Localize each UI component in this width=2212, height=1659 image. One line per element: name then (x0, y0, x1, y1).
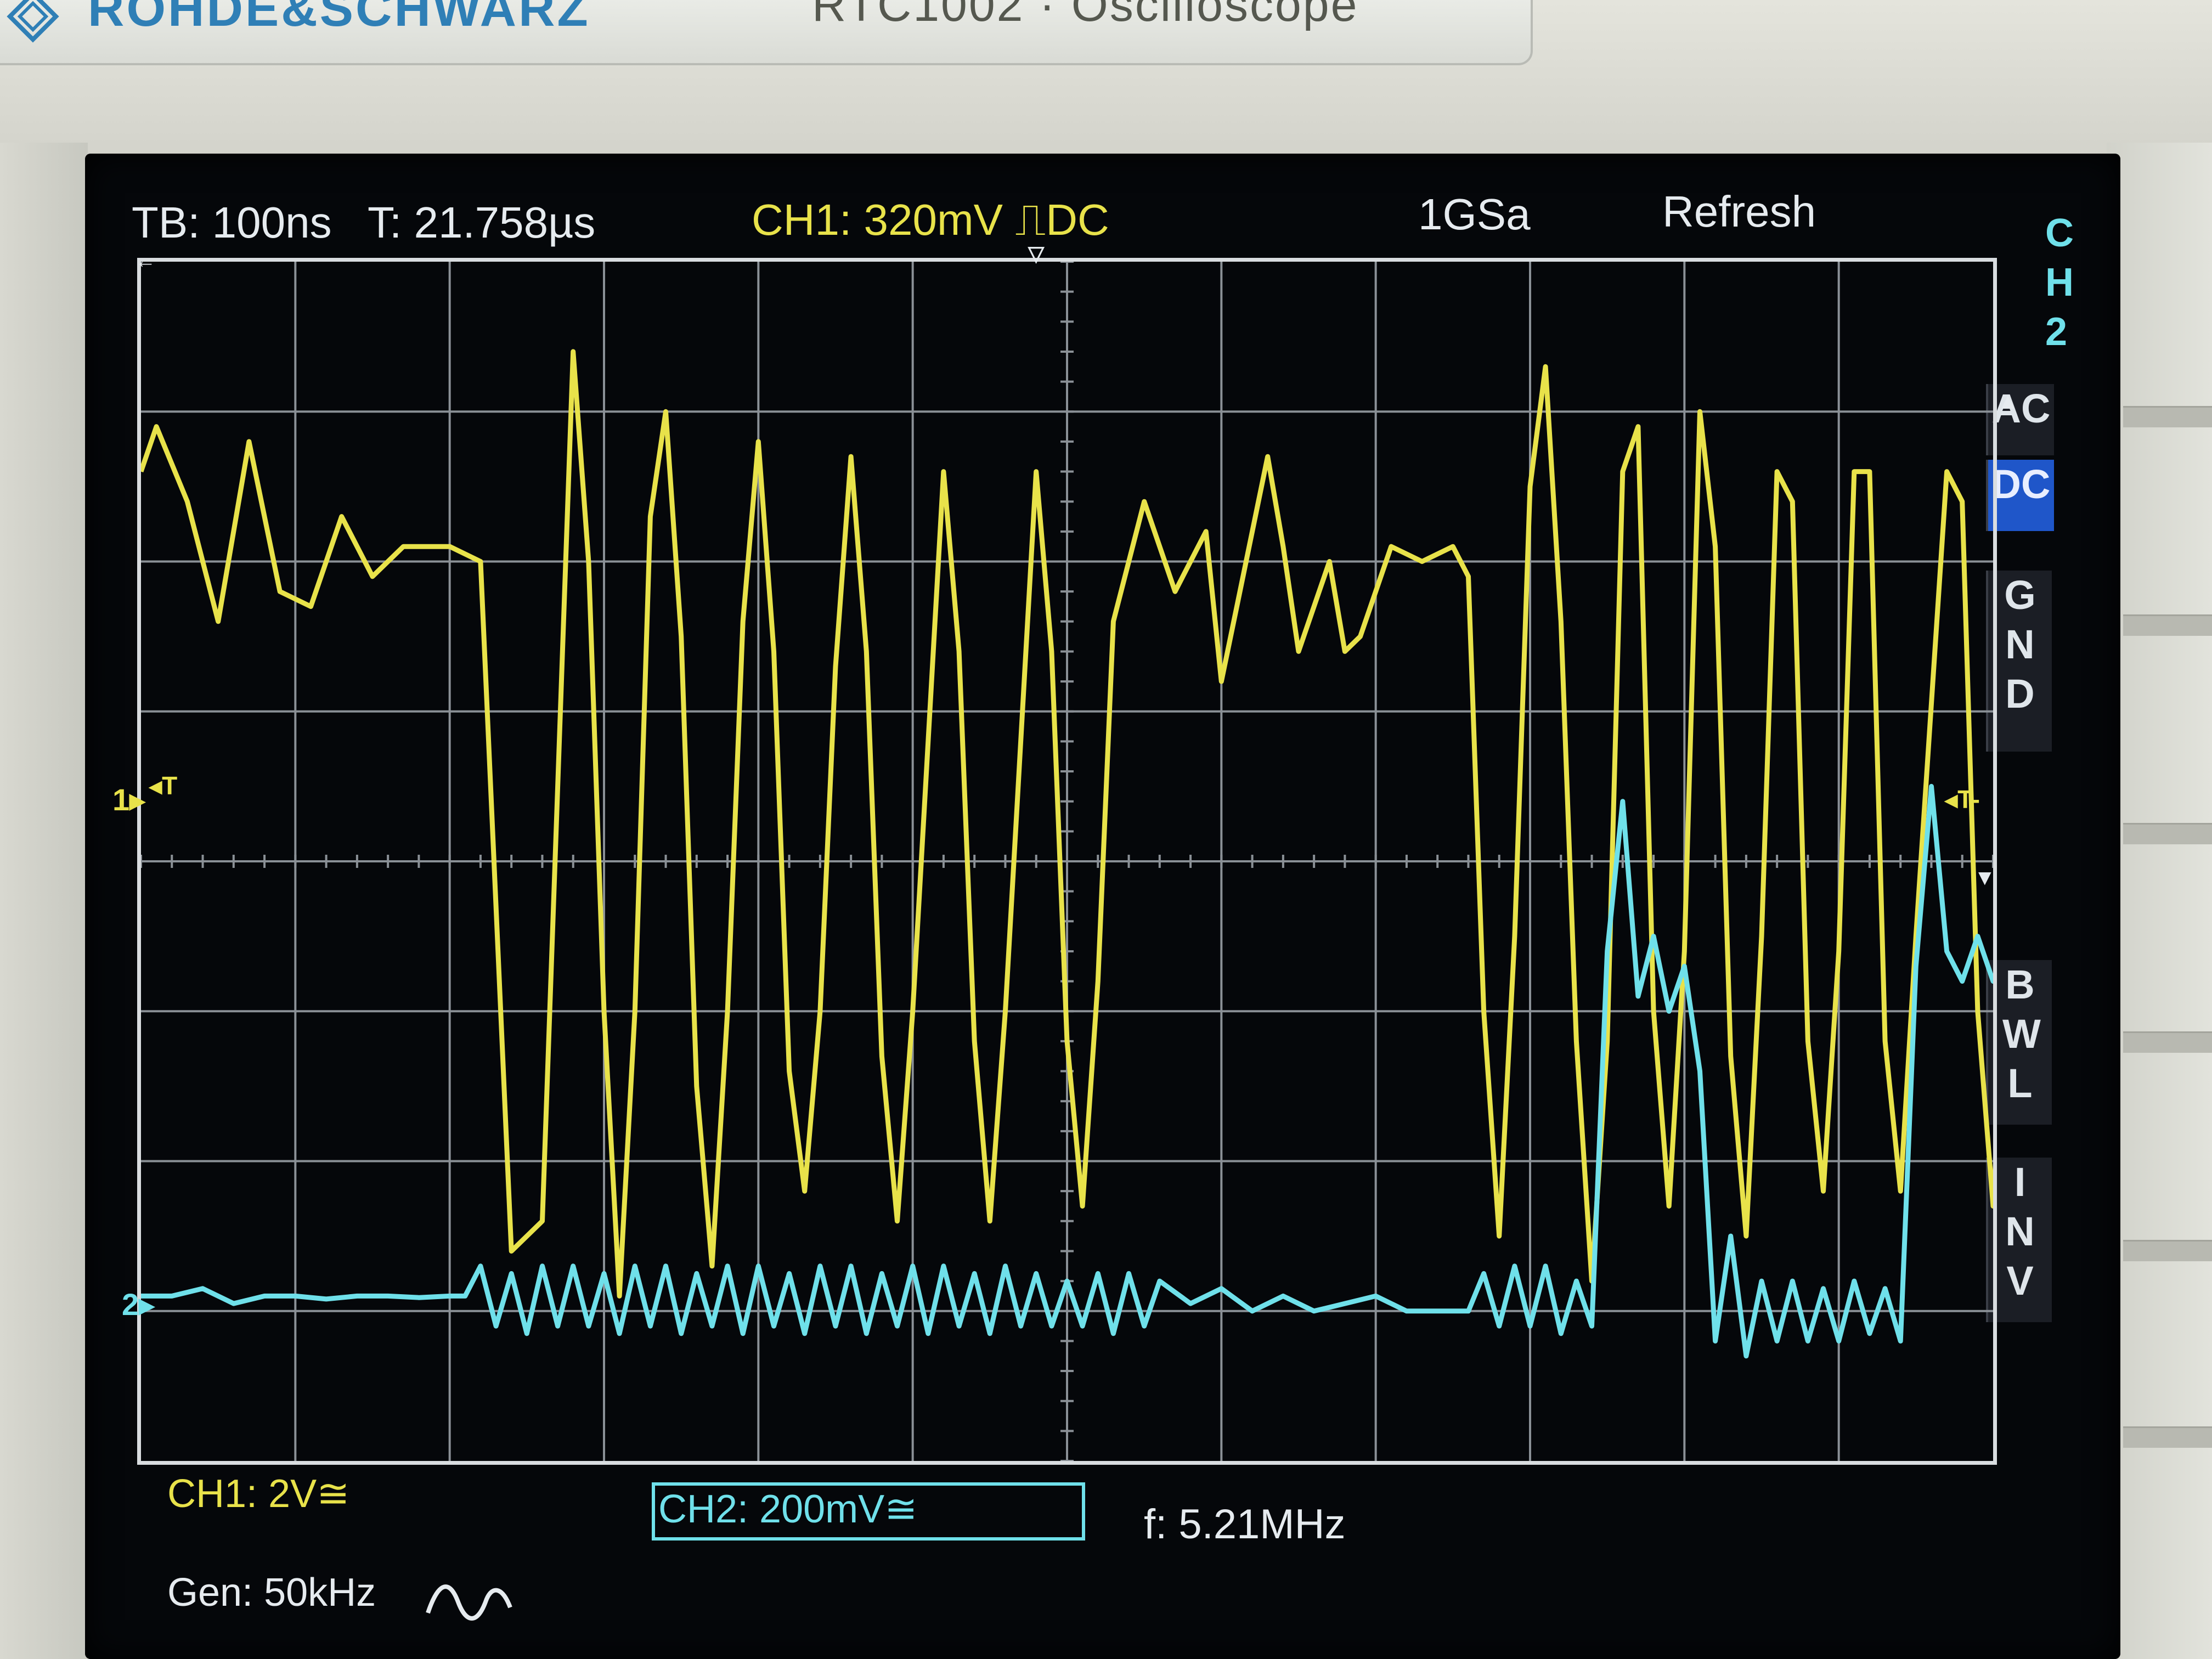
bezel-slot (2123, 614, 2212, 636)
gnd-label: GND (2004, 572, 2036, 716)
ch1-scale-readout[interactable]: CH1: 2V≅ (167, 1470, 349, 1516)
inv-label: INV (2005, 1159, 2035, 1304)
bezel-slot (2123, 1426, 2212, 1448)
brand-name: ROHDE&SCHWARZ (88, 0, 590, 37)
ch1-marker-label: 1 (112, 782, 130, 817)
trigger-time-readout: T: 21.758µs (368, 198, 596, 247)
brand-plate: ROHDE&SCHWARZ RTC1002 · Oscilloscope (0, 0, 1533, 65)
bezel-left (0, 143, 88, 1659)
acquisition-mode-readout: Refresh (1662, 187, 1816, 236)
dc-label: DC (1991, 461, 2051, 507)
bezel-slot (2123, 1031, 2212, 1053)
ch2-marker-label: 2 (122, 1287, 139, 1322)
ch1-ground-marker: 1▸ (112, 782, 145, 817)
sine-wave-icon (426, 1584, 512, 1621)
trigger-left-label: T (162, 771, 178, 800)
ch1-trigger-readout: CH1: 320mV ⎍DC (752, 195, 1109, 244)
waveform-display (141, 262, 1993, 1461)
bezel-slot (2123, 406, 2212, 427)
bezel-slot (2123, 823, 2212, 844)
bezel-slot (2123, 1240, 2212, 1261)
sample-rate-readout: 1GSa (1418, 190, 1531, 239)
frequency-readout: f: 5.21MHz (1144, 1501, 1346, 1548)
scroll-up-icon[interactable]: ▲ (1997, 390, 2019, 414)
bwl-label: BWL (2002, 962, 2041, 1106)
generator-readout: Gen: 50kHz (167, 1571, 376, 1615)
trigger-marker-left: ◂T (149, 771, 178, 800)
trigger-right-label: T (1957, 785, 1972, 814)
trigger-position-left-icon: ← (135, 250, 156, 273)
rohde-schwarz-logo-icon (7, 0, 59, 43)
ch2-scale-readout[interactable]: CH2: 200mV≅ (658, 1486, 918, 1532)
ch2-ground-marker: 2▸ (122, 1287, 155, 1322)
trigger-position-icon: ▽ (1028, 242, 1045, 266)
side-menu-title: CH2 (2045, 211, 2074, 354)
timebase-readout: TB: 100ns (132, 198, 332, 247)
graticule (137, 258, 1997, 1465)
model-name: RTC1002 · Oscilloscope (812, 0, 1359, 31)
trigger-marker-right: ◂T- (1945, 785, 1980, 814)
